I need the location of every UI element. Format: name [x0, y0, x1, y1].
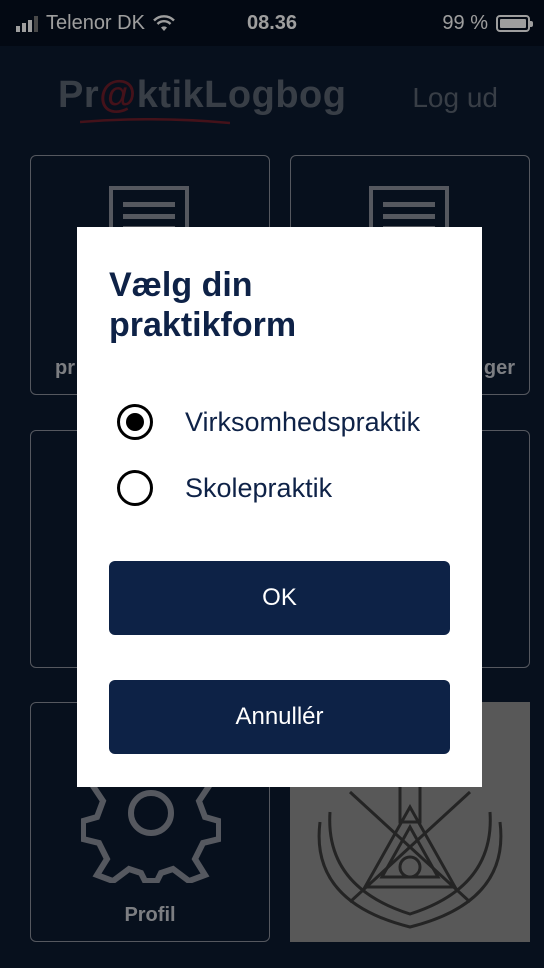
- option-skolepraktik[interactable]: Skolepraktik: [117, 470, 332, 506]
- screen: Telenor DK 08.36 99 % Pr@ktikLogbog Log …: [0, 0, 544, 968]
- option-virksomhedspraktik[interactable]: Virksomhedspraktik: [117, 404, 420, 440]
- option-label: Skolepraktik: [185, 472, 333, 503]
- ok-button[interactable]: OK: [109, 561, 450, 635]
- dialog-title: Vælg din praktikform: [109, 266, 297, 344]
- option-label: Virksomhedspraktik: [185, 406, 421, 437]
- cancel-button[interactable]: Annullér: [109, 680, 450, 754]
- radio-unselected-icon[interactable]: [117, 470, 153, 506]
- practice-type-dialog: Vælg din praktikform Virksomhedspraktik …: [77, 227, 482, 787]
- radio-selected-icon[interactable]: [117, 404, 153, 440]
